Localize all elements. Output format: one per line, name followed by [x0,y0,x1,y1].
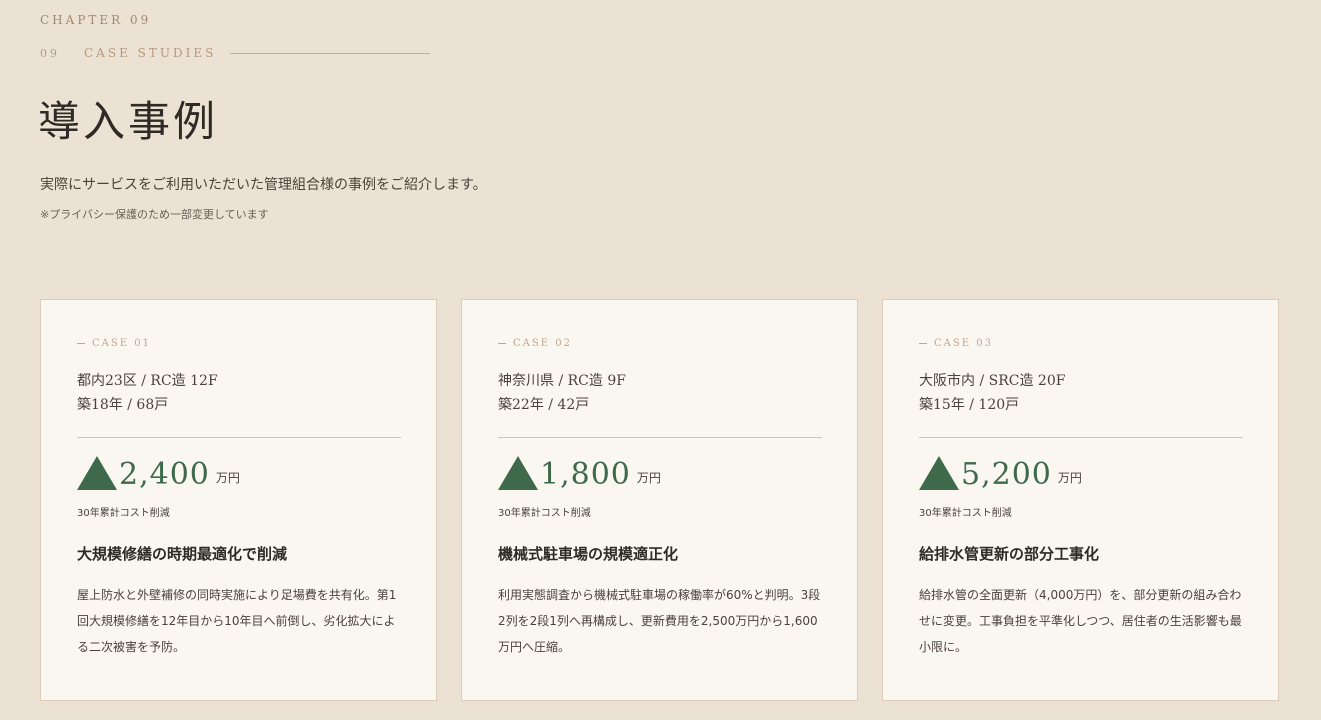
building-text: 築15年 / 120戸 [919,397,1020,413]
amount-value: 5,200 [961,457,1052,492]
case-label: CASE 02 [498,338,821,349]
location-text: 神奈川県 / RC造 9F [498,373,626,389]
building-text: 築22年 / 42戸 [498,397,590,413]
lead-text: 実際にサービスをご利用いただいた管理組合様の事例をご紹介します。 [40,177,487,193]
saving-amount: 1,800 万円 [498,456,821,494]
location-text: 大阪市内 / SRC造 20F [919,373,1066,389]
case-card-2: CASE 02 神奈川県 / RC造 9F 築22年 / 42戸 1,800 万… [461,299,858,701]
card-divider [919,437,1243,438]
case-description: 屋上防水と外壁補修の同時実施により足場費を共有化。第1回大規模修繕を12年目から… [77,588,397,654]
case-label: CASE 03 [919,338,1242,349]
triangle-up-icon [498,456,538,490]
card-divider [498,437,822,438]
case-card-3: CASE 03 大阪市内 / SRC造 20F 築15年 / 120戸 5,20… [882,299,1279,701]
chapter-label: CHAPTER 09 [40,13,152,27]
dash-icon [498,343,506,344]
saving-caption: 30年累計コスト削減 [919,508,1012,519]
case-studies-section: CHAPTER 09 09 CASE STUDIES 導入事例 実際にサービスを… [0,0,1321,720]
amount-unit: 万円 [1057,471,1082,485]
case-description: 利用実態調査から機械式駐車場の稼働率が60%と判明。3段2列を2段1列へ再構成し… [498,588,821,654]
amount-value: 1,800 [540,457,631,492]
triangle-up-icon [77,456,117,490]
page-title: 導入事例 [38,97,219,146]
case-card-1: CASE 01 都内23区 / RC造 12F 築18年 / 68戸 2,400… [40,299,437,701]
case-cards: CASE 01 都内23区 / RC造 12F 築18年 / 68戸 2,400… [40,299,1279,701]
saving-amount: 5,200 万円 [919,456,1242,494]
amount-value: 2,400 [119,457,210,492]
section-label: CASE STUDIES [84,46,217,60]
case-location: 都内23区 / RC造 12F 築18年 / 68戸 [77,369,400,417]
saving-caption: 30年累計コスト削減 [498,508,591,519]
section-number: 09 [40,46,60,60]
section-heading: 09 CASE STUDIES [40,46,431,60]
building-text: 築18年 / 68戸 [77,397,169,413]
location-text: 都内23区 / RC造 12F [77,373,218,389]
privacy-note: ※プライバシー保護のため一部変更しています [40,208,269,221]
case-description: 給排水管の全面更新（4,000万円）を、部分更新の組み合わせに変更。工事負担を平… [919,588,1242,654]
amount-unit: 万円 [636,471,661,485]
dash-icon [77,343,85,344]
saving-caption: 30年累計コスト削減 [77,508,170,519]
dash-icon [919,343,927,344]
case-location: 大阪市内 / SRC造 20F 築15年 / 120戸 [919,369,1242,417]
case-label: CASE 01 [77,338,400,349]
case-location: 神奈川県 / RC造 9F 築22年 / 42戸 [498,369,821,417]
case-title: 給排水管更新の部分工事化 [919,545,1100,563]
saving-amount: 2,400 万円 [77,456,400,494]
card-divider [77,437,401,438]
amount-unit: 万円 [215,471,240,485]
section-rule [230,52,431,54]
case-title: 大規模修繕の時期最適化で削減 [77,545,288,563]
triangle-up-icon [919,456,959,490]
case-title: 機械式駐車場の規模適正化 [498,545,679,563]
